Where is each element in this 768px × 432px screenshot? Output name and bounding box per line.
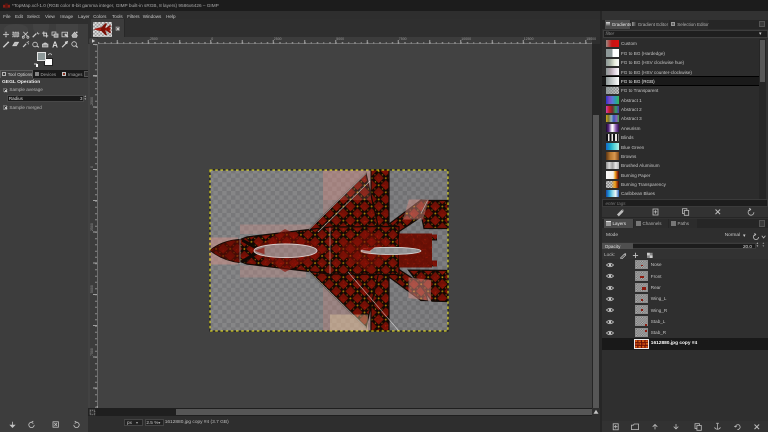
svg-text:A: A <box>52 41 58 50</box>
